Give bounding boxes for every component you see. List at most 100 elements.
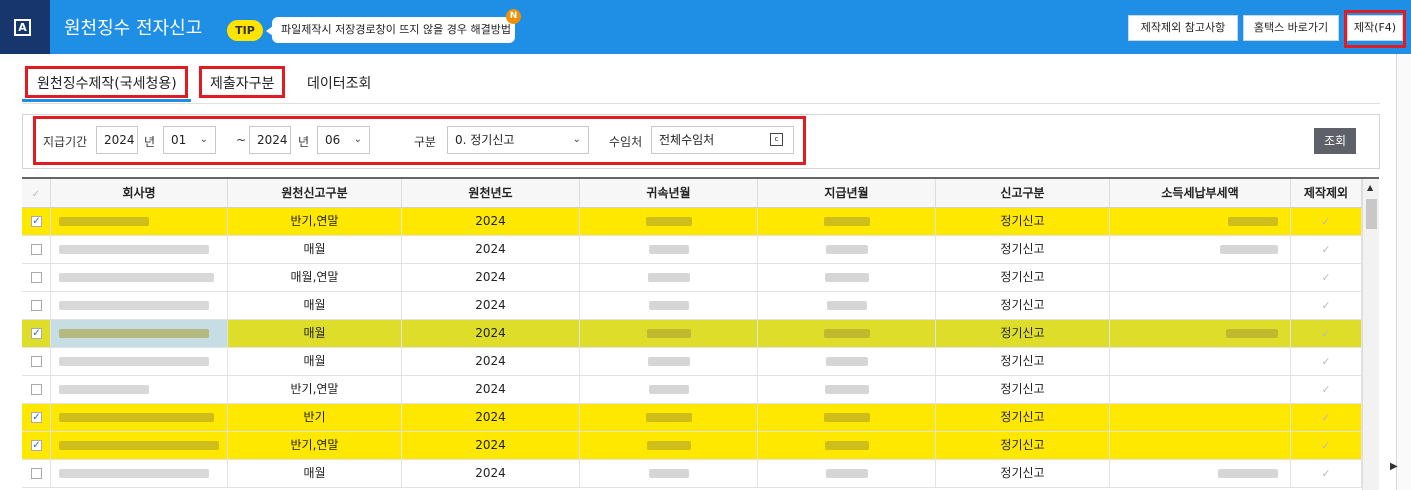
year-cell[interactable]: 2024 bbox=[402, 460, 580, 487]
year-cell[interactable]: 2024 bbox=[402, 208, 580, 235]
belong-month-cell[interactable] bbox=[580, 292, 758, 319]
calendar-icon[interactable]: c bbox=[770, 133, 783, 146]
income-tax-cell[interactable] bbox=[1110, 404, 1291, 431]
table-row[interactable]: ✓ 반기,연말 2024 정기신고 ✓ bbox=[22, 208, 1362, 236]
row-checkbox-cell[interactable] bbox=[22, 460, 51, 487]
row-checkbox-cell[interactable]: ✓ bbox=[22, 320, 51, 347]
income-tax-cell[interactable] bbox=[1110, 320, 1291, 347]
checkbox-icon[interactable] bbox=[31, 272, 42, 283]
exclude-cell[interactable]: ✓ bbox=[1291, 320, 1362, 347]
belong-month-cell[interactable] bbox=[580, 236, 758, 263]
to-year-input[interactable]: 2024 bbox=[249, 126, 291, 154]
exclude-cell[interactable]: ✓ bbox=[1291, 264, 1362, 291]
year-cell[interactable]: 2024 bbox=[402, 432, 580, 459]
from-month-select[interactable]: 01 ⌄ bbox=[163, 126, 216, 154]
row-checkbox-cell[interactable]: ✓ bbox=[22, 208, 51, 235]
belong-month-cell[interactable] bbox=[580, 348, 758, 375]
checkbox-icon[interactable] bbox=[31, 384, 42, 395]
filing-type-cell[interactable]: 정기신고 bbox=[936, 208, 1110, 235]
exclude-cell[interactable]: ✓ bbox=[1291, 460, 1362, 487]
pay-month-cell[interactable] bbox=[758, 320, 936, 347]
exclude-cell[interactable]: ✓ bbox=[1291, 376, 1362, 403]
company-cell[interactable] bbox=[51, 236, 228, 263]
filing-type-cell[interactable]: 정기신고 bbox=[936, 236, 1110, 263]
row-checkbox-cell[interactable] bbox=[22, 264, 51, 291]
scroll-up-icon[interactable]: ▲ bbox=[1367, 183, 1373, 192]
year-cell[interactable]: 2024 bbox=[402, 404, 580, 431]
report-type-cell[interactable]: 매월,연말 bbox=[228, 264, 402, 291]
tab-data-query[interactable]: 데이터조회 bbox=[307, 73, 371, 93]
checkbox-icon[interactable]: ✓ bbox=[31, 216, 42, 227]
col-exclude[interactable]: 제작제외 bbox=[1291, 179, 1362, 207]
income-tax-cell[interactable] bbox=[1110, 208, 1291, 235]
row-checkbox-cell[interactable]: ✓ bbox=[22, 404, 51, 431]
row-checkbox-cell[interactable]: ✓ bbox=[22, 432, 51, 459]
exclude-cell[interactable]: ✓ bbox=[1291, 208, 1362, 235]
exclude-cell[interactable]: ✓ bbox=[1291, 404, 1362, 431]
tip-link[interactable]: 파일제작시 저장경로창이 뜨지 않을 경우 해결방법 bbox=[266, 17, 515, 43]
year-cell[interactable]: 2024 bbox=[402, 320, 580, 347]
pay-month-cell[interactable] bbox=[758, 404, 936, 431]
income-tax-cell[interactable] bbox=[1110, 264, 1291, 291]
hometax-link-button[interactable]: 홈택스 바로가기 bbox=[1243, 15, 1339, 41]
company-cell[interactable] bbox=[51, 264, 228, 291]
col-company[interactable]: 회사명 bbox=[51, 179, 228, 207]
belong-month-cell[interactable] bbox=[580, 264, 758, 291]
filing-type-cell[interactable]: 정기신고 bbox=[936, 264, 1110, 291]
checkbox-icon[interactable] bbox=[31, 244, 42, 255]
col-filing-type[interactable]: 신고구분 bbox=[936, 179, 1110, 207]
company-cell[interactable] bbox=[51, 348, 228, 375]
filing-type-cell[interactable]: 정기신고 bbox=[936, 404, 1110, 431]
income-tax-cell[interactable] bbox=[1110, 432, 1291, 459]
checkmark-icon[interactable]: ✓ bbox=[1321, 271, 1330, 284]
income-tax-cell[interactable] bbox=[1110, 348, 1291, 375]
exclude-cell[interactable]: ✓ bbox=[1291, 432, 1362, 459]
filing-type-cell[interactable]: 정기신고 bbox=[936, 432, 1110, 459]
table-row[interactable]: ✓ 매월 2024 정기신고 ✓ bbox=[22, 320, 1362, 348]
col-income-tax[interactable]: 소득세납부세액 bbox=[1110, 179, 1291, 207]
exclude-cell[interactable]: ✓ bbox=[1291, 292, 1362, 319]
filing-type-cell[interactable]: 정기신고 bbox=[936, 376, 1110, 403]
checkmark-icon[interactable]: ✓ bbox=[1321, 439, 1330, 452]
exclude-cell[interactable]: ✓ bbox=[1291, 348, 1362, 375]
filing-type-cell[interactable]: 정기신고 bbox=[936, 292, 1110, 319]
checkmark-icon[interactable]: ✓ bbox=[1321, 355, 1330, 368]
belong-month-cell[interactable] bbox=[580, 376, 758, 403]
checkbox-icon[interactable]: ✓ bbox=[31, 328, 42, 339]
pay-month-cell[interactable] bbox=[758, 236, 936, 263]
col-pay-month[interactable]: 지급년월 bbox=[758, 179, 936, 207]
pay-month-cell[interactable] bbox=[758, 348, 936, 375]
checkbox-icon[interactable] bbox=[31, 468, 42, 479]
select-all-checkbox[interactable]: ✓ bbox=[22, 179, 51, 207]
year-cell[interactable]: 2024 bbox=[402, 236, 580, 263]
table-row[interactable]: ✓ 반기 2024 정기신고 ✓ bbox=[22, 404, 1362, 432]
col-year[interactable]: 원천년도 bbox=[402, 179, 580, 207]
checkmark-icon[interactable]: ✓ bbox=[1321, 467, 1330, 480]
tip-badge[interactable]: TIP bbox=[227, 20, 263, 41]
pay-month-cell[interactable] bbox=[758, 376, 936, 403]
income-tax-cell[interactable] bbox=[1110, 376, 1291, 403]
table-row[interactable]: 매월,연말 2024 정기신고 ✓ bbox=[22, 264, 1362, 292]
pay-month-cell[interactable] bbox=[758, 208, 936, 235]
report-type-cell[interactable]: 매월 bbox=[228, 460, 402, 487]
tab-withholding-create[interactable]: 원천징수제작(국세청용) bbox=[37, 73, 177, 93]
belong-month-cell[interactable] bbox=[580, 460, 758, 487]
exclude-cell[interactable]: ✓ bbox=[1291, 236, 1362, 263]
expand-right-icon[interactable]: ▶ bbox=[1390, 461, 1398, 472]
year-cell[interactable]: 2024 bbox=[402, 264, 580, 291]
report-type-cell[interactable]: 반기,연말 bbox=[228, 208, 402, 235]
vertical-scrollbar[interactable]: ▲ bbox=[1362, 179, 1379, 490]
year-cell[interactable]: 2024 bbox=[402, 292, 580, 319]
report-type-cell[interactable]: 반기,연말 bbox=[228, 376, 402, 403]
company-cell[interactable] bbox=[51, 432, 228, 459]
filing-type-cell[interactable]: 정기신고 bbox=[936, 460, 1110, 487]
scroll-thumb[interactable] bbox=[1366, 199, 1377, 229]
checkmark-icon[interactable]: ✓ bbox=[1321, 215, 1330, 228]
checkbox-icon[interactable] bbox=[31, 300, 42, 311]
search-button[interactable]: 조회 bbox=[1314, 128, 1356, 154]
report-type-cell[interactable]: 매월 bbox=[228, 236, 402, 263]
pay-month-cell[interactable] bbox=[758, 264, 936, 291]
pay-month-cell[interactable] bbox=[758, 432, 936, 459]
table-row[interactable]: 매월 2024 정기신고 ✓ bbox=[22, 292, 1362, 320]
filing-type-cell[interactable]: 정기신고 bbox=[936, 348, 1110, 375]
